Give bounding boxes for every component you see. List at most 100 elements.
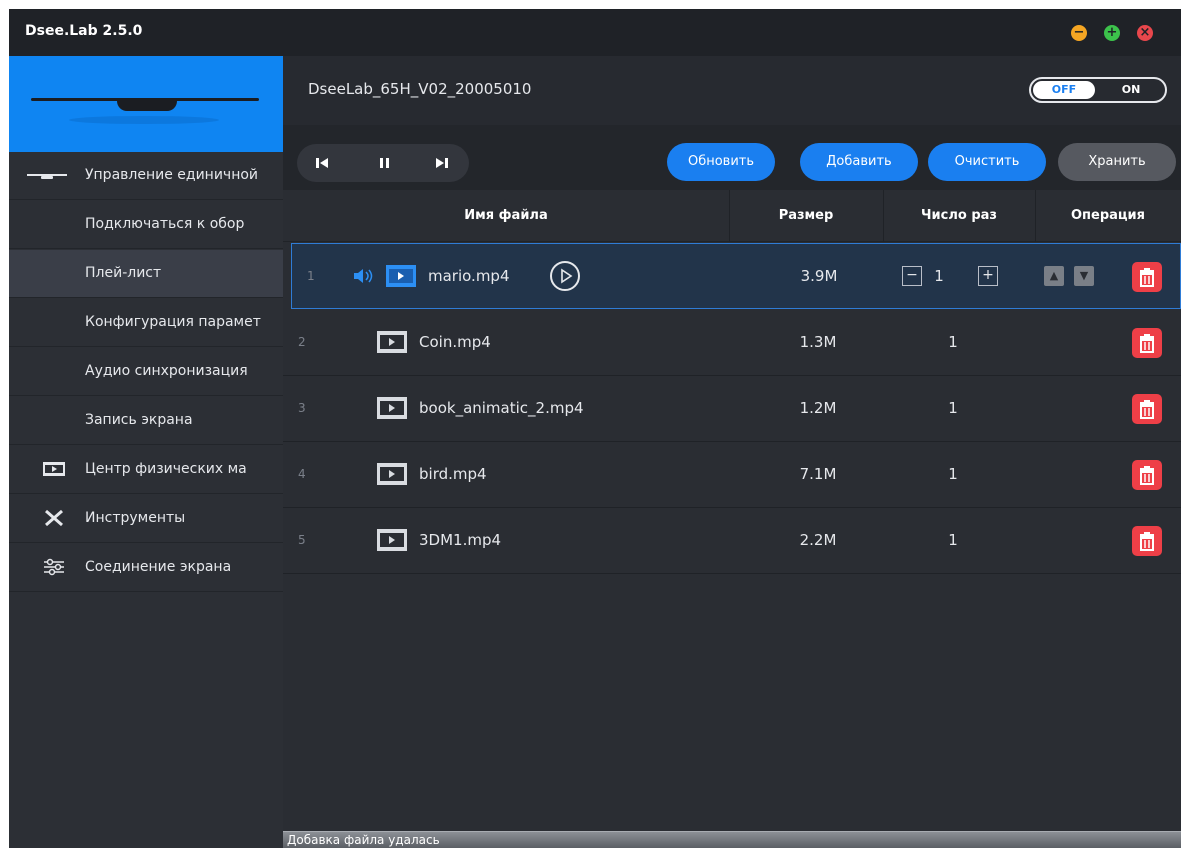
row-count: 1 (948, 333, 958, 351)
row-size: 3.9M (800, 267, 838, 285)
delete-button[interactable] (1132, 460, 1162, 490)
device-shadow (69, 116, 219, 124)
row-filename: 3DM1.mp4 (419, 531, 502, 549)
trash-icon (1140, 532, 1154, 551)
sidebar-item-label: Соединение экрана (85, 559, 232, 575)
sidebar-item-screen-connection[interactable]: Соединение экрана (9, 544, 283, 592)
speaker-icon (352, 266, 378, 286)
video-file-icon (377, 463, 407, 485)
sidebar-item-label: Управление единичной (85, 167, 259, 183)
column-header-operation[interactable]: Операция (1035, 208, 1181, 223)
clear-button[interactable]: Очистить (928, 143, 1046, 181)
plus-icon: + (1106, 25, 1118, 40)
save-button[interactable]: Хранить (1058, 143, 1176, 181)
table-header: Имя файла Размер Число раз Операция (283, 190, 1181, 242)
column-header-count[interactable]: Число раз (883, 208, 1035, 223)
sidebar-item-screen-record[interactable]: Запись экрана (9, 397, 283, 445)
film-icon (43, 462, 65, 476)
video-file-icon (377, 529, 407, 551)
app-window: Dsee.Lab 2.5.0 − + × Управление единично… (9, 9, 1181, 848)
move-up-icon[interactable]: ▲ (1044, 266, 1064, 286)
sidebar-item-connect[interactable]: Подключаться к обор (9, 201, 283, 249)
row-size: 1.3M (799, 333, 837, 351)
sidebar: Управление единичной Подключаться к обор… (9, 56, 283, 848)
close-button[interactable]: × (1137, 25, 1153, 41)
row-size: 1.2M (799, 399, 837, 417)
video-file-icon (377, 331, 407, 353)
row-filename: book_animatic_2.mp4 (419, 399, 584, 417)
minus-icon: − (1073, 25, 1085, 40)
row-count: 1 (948, 399, 958, 417)
toolbar: Обновить Добавить Очистить Хранить (283, 125, 1181, 190)
refresh-button[interactable]: Обновить (667, 143, 775, 181)
sidebar-item-audio-sync[interactable]: Аудио синхронизация (9, 348, 283, 396)
trash-icon (1140, 334, 1154, 353)
row-size: 2.2M (799, 531, 837, 549)
move-down-icon[interactable]: ▼ (1074, 266, 1094, 286)
main-panel: DseeLab_65H_V02_20005010 OFF ON Обновить… (283, 56, 1181, 848)
power-toggle[interactable]: OFF ON (1029, 77, 1167, 103)
table-row[interactable]: 4 bird.mp4 7.1M 1 (283, 442, 1181, 508)
table-row[interactable]: 1 mario.mp4 3.9M − 1 + ▲ ▼ (291, 243, 1181, 309)
title-bar: Dsee.Lab 2.5.0 − + × (9, 9, 1181, 56)
decrement-button[interactable]: − (902, 266, 922, 286)
delete-button[interactable] (1132, 328, 1162, 358)
next-icon[interactable] (431, 152, 453, 174)
row-index: 5 (298, 533, 306, 547)
sidebar-item-label: Подключаться к обор (85, 216, 245, 232)
row-count: 1 (934, 267, 944, 285)
sidebar-item-config[interactable]: Конфигурация парамет (9, 299, 283, 347)
toggle-on-label[interactable]: ON (1101, 81, 1161, 99)
device-name: DseeLab_65H_V02_20005010 (308, 80, 532, 98)
toggle-off-label[interactable]: OFF (1033, 81, 1095, 99)
sliders-icon (44, 558, 64, 576)
maximize-button[interactable]: + (1104, 25, 1120, 41)
row-index: 2 (298, 335, 306, 349)
sidebar-item-label: Центр физических ма (85, 461, 247, 477)
previous-icon[interactable] (311, 152, 333, 174)
table-row[interactable]: 5 3DM1.mp4 2.2M 1 (283, 508, 1181, 574)
pause-icon[interactable] (373, 152, 395, 174)
status-message: Добавка файла удалась (287, 833, 440, 847)
trash-icon (1140, 268, 1154, 287)
add-button[interactable]: Добавить (800, 143, 918, 181)
table-row[interactable]: 3 book_animatic_2.mp4 1.2M 1 (283, 376, 1181, 442)
sidebar-item-label: Инструменты (85, 510, 186, 526)
row-size: 7.1M (799, 465, 837, 483)
sidebar-item-label: Аудио синхронизация (85, 363, 248, 379)
sidebar-item-label: Плей-лист (85, 265, 162, 281)
delete-button[interactable] (1132, 394, 1162, 424)
playback-controls (297, 144, 469, 182)
video-file-icon (377, 397, 407, 419)
trash-icon (1140, 466, 1154, 485)
sidebar-item-materials-center[interactable]: Центр физических ма (9, 446, 283, 494)
row-filename: mario.mp4 (428, 267, 510, 285)
increment-button[interactable]: + (978, 266, 998, 286)
minimize-button[interactable]: − (1071, 25, 1087, 41)
column-header-filename[interactable]: Имя файла (283, 208, 729, 223)
app-title: Dsee.Lab 2.5.0 (25, 23, 143, 39)
row-count: 1 (948, 531, 958, 549)
device-base (117, 101, 177, 111)
row-index: 3 (298, 401, 306, 415)
tools-icon (45, 509, 63, 527)
sidebar-item-device-management[interactable]: Управление единичной (9, 152, 283, 200)
video-file-icon (386, 265, 416, 287)
device-banner (9, 56, 283, 152)
status-bar: Добавка файла удалась (283, 831, 1181, 848)
delete-button[interactable] (1132, 262, 1162, 292)
sidebar-item-label: Запись экрана (85, 412, 193, 428)
column-header-size[interactable]: Размер (729, 208, 883, 223)
sidebar-item-tools[interactable]: Инструменты (9, 495, 283, 543)
row-count: 1 (948, 465, 958, 483)
close-icon: × (1139, 25, 1151, 40)
row-index: 4 (298, 467, 306, 481)
sidebar-item-label: Конфигурация парамет (85, 314, 261, 330)
trash-icon (1140, 400, 1154, 419)
device-header: DseeLab_65H_V02_20005010 OFF ON (283, 56, 1181, 125)
table-row[interactable]: 2 Coin.mp4 1.3M 1 (283, 310, 1181, 376)
row-index: 1 (307, 269, 315, 283)
sidebar-item-playlist[interactable]: Плей-лист (9, 250, 283, 298)
play-icon[interactable] (550, 261, 580, 291)
delete-button[interactable] (1132, 526, 1162, 556)
